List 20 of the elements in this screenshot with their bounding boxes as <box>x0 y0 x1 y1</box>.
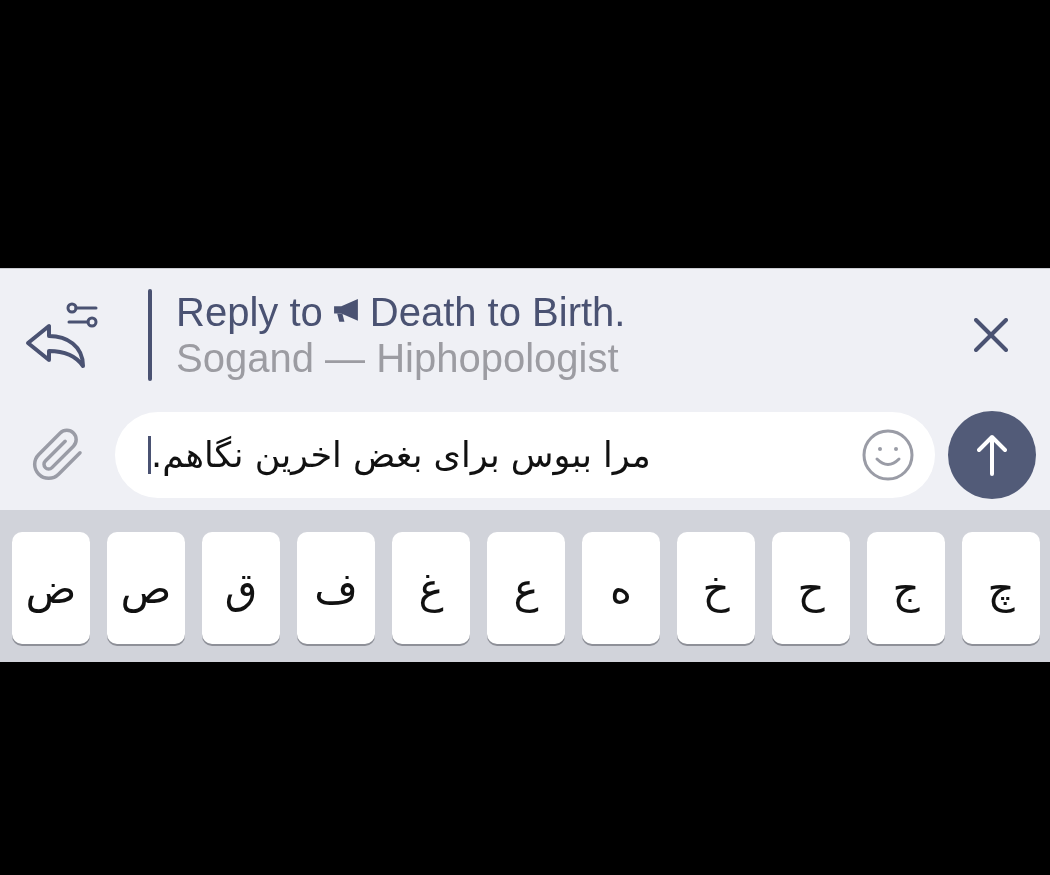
megaphone-icon <box>331 298 361 325</box>
keyboard-key[interactable]: ض <box>12 532 90 644</box>
arrow-up-icon <box>977 434 1007 476</box>
keyboard-key[interactable]: چ <box>962 532 1040 644</box>
keyboard-key[interactable]: ف <box>297 532 375 644</box>
keyboard-key[interactable]: ح <box>772 532 850 644</box>
keyboard-key[interactable]: ع <box>487 532 565 644</box>
close-icon[interactable] <box>974 317 1008 352</box>
message-text: مرا ببوس برای بغض اخرین نگاهم. <box>151 434 651 478</box>
reply-message-title: Death to Birth. <box>369 289 626 334</box>
keyboard-key[interactable]: غ <box>392 532 470 644</box>
keyboard-key[interactable]: خ <box>677 532 755 644</box>
emoji-icon[interactable] <box>861 428 915 482</box>
keyboard-key[interactable]: ج <box>867 532 945 644</box>
reply-label: Reply to <box>176 289 323 334</box>
reply-author: Sogand — Hiphopologist <box>176 335 619 380</box>
keyboard-key[interactable]: ه <box>582 532 660 644</box>
keyboard-key[interactable]: ق <box>202 532 280 644</box>
message-input-field[interactable]: مرا ببوس برای بغض اخرین نگاهم. <box>115 412 935 498</box>
keyboard-key[interactable]: ص <box>107 532 185 644</box>
